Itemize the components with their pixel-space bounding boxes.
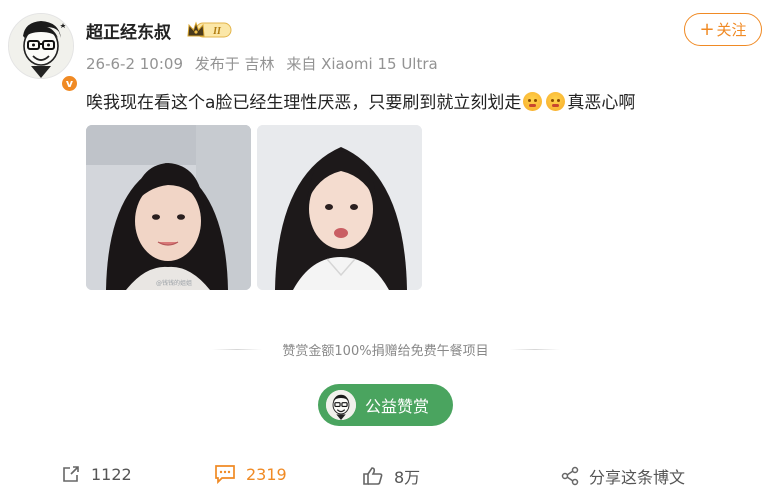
follow-button[interactable]: + 关注 bbox=[684, 13, 762, 46]
post-photo-1[interactable]: @钱钱的姐姐 bbox=[86, 125, 251, 290]
share-nodes-icon bbox=[561, 466, 579, 486]
donate-button[interactable]: 公益赞赏 bbox=[318, 384, 453, 426]
post-date[interactable]: 26-6-2 10:09 bbox=[86, 55, 183, 73]
svg-text:II: II bbox=[212, 26, 222, 37]
post-text-tail: 真恶心啊 bbox=[567, 93, 636, 113]
thumbs-up-icon bbox=[363, 467, 383, 485]
like-button[interactable]: 8万 bbox=[362, 464, 420, 488]
comment-button[interactable]: 2319 bbox=[214, 464, 287, 484]
comment-bubble-icon bbox=[215, 465, 235, 484]
donate-avatar bbox=[326, 390, 356, 420]
like-count: 8万 bbox=[394, 468, 421, 487]
donate-label: 公益赞赏 bbox=[365, 397, 430, 416]
share-arrow-icon bbox=[63, 466, 79, 482]
cartoon-avatar-icon bbox=[9, 14, 73, 78]
svg-text:@钱钱的姐姐: @钱钱的姐姐 bbox=[156, 279, 192, 287]
avatar[interactable]: v bbox=[8, 13, 79, 93]
repost-button[interactable]: 1122 bbox=[61, 464, 132, 484]
post-device: 来自 Xiaomi 15 Ultra bbox=[286, 55, 438, 73]
comment-count: 2319 bbox=[246, 464, 287, 484]
share-post-label: 分享这条博文 bbox=[589, 468, 686, 487]
post-photo-2[interactable] bbox=[257, 125, 422, 290]
verified-badge: v bbox=[60, 74, 79, 93]
angry-face-emoji-icon bbox=[546, 92, 566, 111]
post-location: 发布于 吉林 bbox=[194, 55, 275, 73]
crown-icon: II bbox=[187, 21, 232, 38]
angry-face-emoji-icon bbox=[523, 92, 543, 111]
share-post-button[interactable]: 分享这条博文 bbox=[561, 464, 685, 488]
post-text: 唉我现在看这个a脸已经生理性厌恶，只要刷到就立刻划走 真恶心啊 bbox=[86, 88, 635, 113]
repost-count: 1122 bbox=[91, 464, 132, 484]
donation-notice: 赞赏金额100%捐赠给免费午餐项目 bbox=[282, 344, 489, 359]
woman-portrait-photo-2 bbox=[257, 125, 422, 290]
post-text-main: 唉我现在看这个a脸已经生理性厌恶，只要刷到就立刻划走 bbox=[86, 93, 522, 113]
action-bar: 1122 2319 8万 分享这条博文 bbox=[0, 464, 771, 492]
follow-label: 关注 bbox=[716, 21, 747, 39]
post-meta: 26-6-2 10:09 发布于 吉林 来自 Xiaomi 15 Ultra bbox=[86, 53, 445, 74]
username[interactable]: 超正经东叔 bbox=[86, 18, 171, 43]
member-crown-badge[interactable]: II bbox=[186, 21, 232, 39]
plus-icon: + bbox=[699, 18, 715, 40]
cartoon-avatar-icon bbox=[326, 390, 356, 420]
woman-portrait-photo-1: @钱钱的姐姐 bbox=[86, 125, 251, 290]
